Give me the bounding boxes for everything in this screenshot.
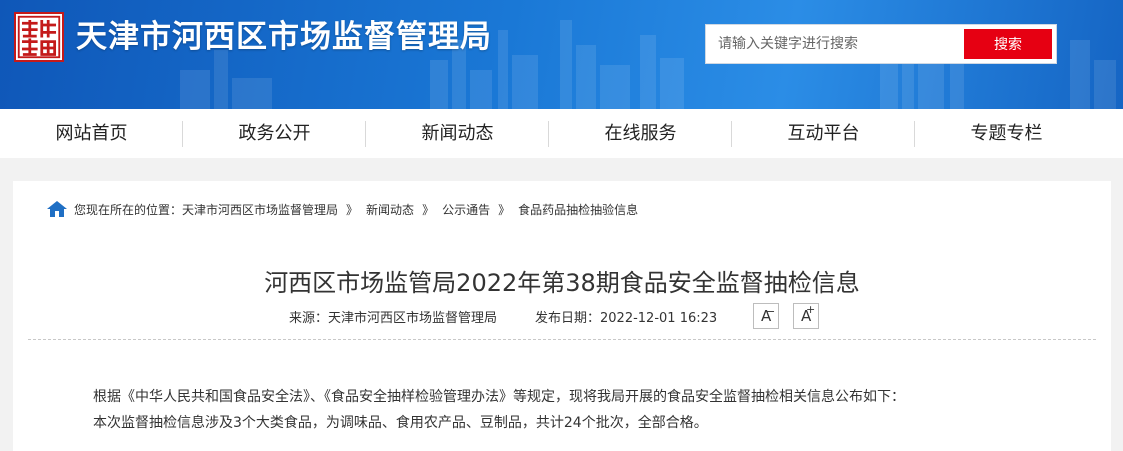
plus-icon: +: [805, 303, 816, 316]
breadcrumb-item-home[interactable]: 天津市河西区市场监督管理局: [182, 201, 338, 218]
search-box: 搜索: [705, 24, 1057, 64]
nav-item-topics[interactable]: 专题专栏: [915, 109, 1098, 158]
logo-seal-icon: [17, 15, 61, 59]
article-date: 发布日期：2022-12-01 16:23: [535, 310, 718, 326]
search-button[interactable]: 搜索: [964, 29, 1052, 59]
nav-item-government[interactable]: 政务公开: [183, 109, 366, 158]
nav-item-label: 互动平台: [787, 123, 860, 144]
breadcrumb-prefix: 您现在所在的位置：: [74, 202, 183, 217]
nav-item-label: 新闻动态: [421, 123, 494, 144]
article-container: 您现在所在的位置： 天津市河西区市场监督管理局 》 新闻动态 》 公示通告 》 …: [13, 181, 1111, 451]
nav-item-label: 在线服务: [604, 123, 677, 144]
nav-item-news[interactable]: 新闻动态: [366, 109, 549, 158]
article-title: 河西区市场监管局2022年第38期食品安全监督抽检信息: [264, 269, 860, 297]
nav-item-services[interactable]: 在线服务: [549, 109, 732, 158]
breadcrumb-separator: 》: [422, 202, 435, 217]
site-header: 天津市河西区市场监督管理局 搜索: [0, 0, 1123, 109]
site-logo[interactable]: [14, 12, 64, 62]
article-paragraph: 本次监督抽检信息涉及3个大类食品，为调味品、食用农产品、豆制品，共计24个批次，…: [93, 415, 708, 431]
minus-icon: −: [765, 305, 776, 318]
meta-divider: [28, 339, 1096, 340]
search-input[interactable]: [716, 29, 956, 59]
font-increase-button[interactable]: A +: [793, 303, 820, 329]
breadcrumb: 您现在所在的位置： 天津市河西区市场监督管理局 》 新闻动态 》 公示通告 》 …: [46, 198, 638, 220]
article-paragraph: 根据《中华人民共和国食品安全法》、《食品安全抽样检验管理办法》等规定，现将我局开…: [93, 389, 905, 405]
nav-item-interaction[interactable]: 互动平台: [732, 109, 915, 158]
breadcrumb-item-notices[interactable]: 公示通告: [442, 201, 490, 218]
article-source: 来源：天津市河西区市场监督管理局: [289, 310, 498, 326]
home-icon[interactable]: [46, 200, 68, 218]
breadcrumb-item-current[interactable]: 食品药品抽检抽验信息: [518, 201, 638, 218]
main-nav: 网站首页 政务公开 新闻动态 在线服务 互动平台 专题专栏: [0, 109, 1123, 158]
nav-item-home[interactable]: 网站首页: [0, 109, 183, 158]
breadcrumb-separator: 》: [498, 202, 511, 217]
article-meta: 来源：天津市河西区市场监督管理局 发布日期：2022-12-01 16:23 A…: [289, 301, 820, 331]
nav-item-label: 政务公开: [238, 123, 311, 144]
breadcrumb-separator: 》: [346, 202, 359, 217]
breadcrumb-item-news[interactable]: 新闻动态: [366, 201, 414, 218]
site-title[interactable]: 天津市河西区市场监督管理局: [76, 15, 492, 59]
nav-item-label: 网站首页: [55, 123, 128, 144]
nav-item-label: 专题专栏: [970, 123, 1043, 144]
font-decrease-button[interactable]: A −: [753, 303, 780, 329]
